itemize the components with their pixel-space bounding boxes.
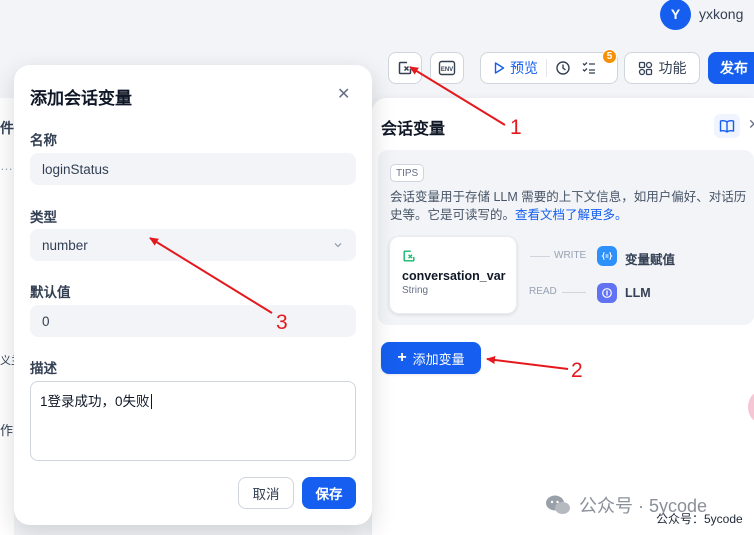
watermark-small: 公众号：5ycode [656, 512, 743, 526]
annotation-number-1: 1 [510, 116, 522, 139]
annotation-layer [149, 66, 569, 370]
wechat-icon [546, 495, 570, 514]
annotation-arrow-2 [486, 356, 569, 370]
annotation-number-3: 3 [276, 311, 288, 334]
annotation-arrow-1 [409, 66, 506, 126]
annotation-arrow-3 [149, 237, 273, 314]
annotation-number-2: 2 [571, 359, 583, 382]
